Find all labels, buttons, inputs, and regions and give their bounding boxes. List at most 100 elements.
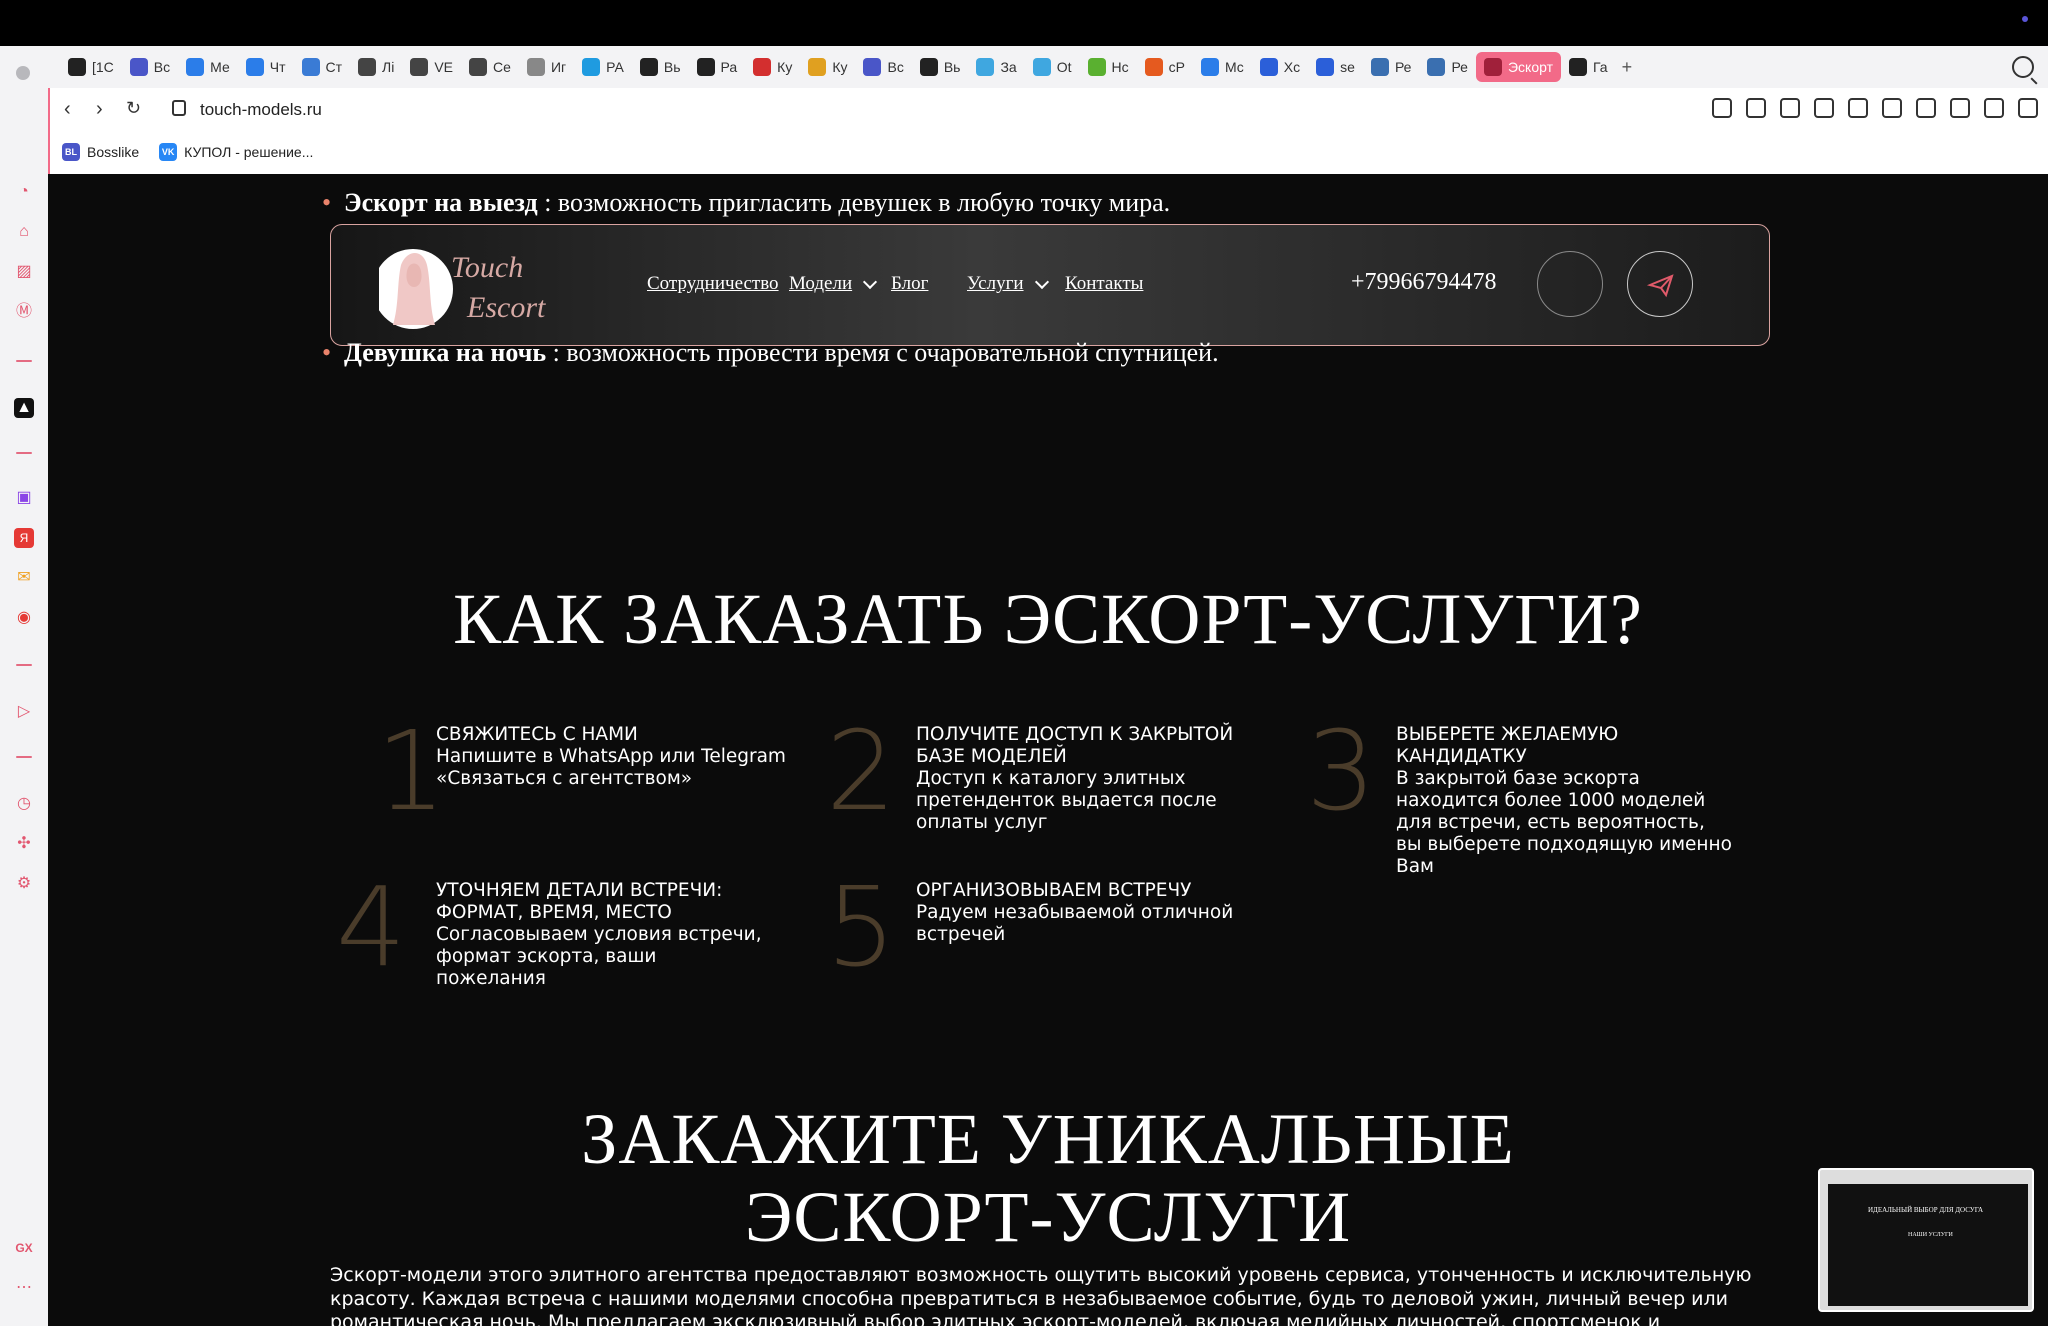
close-window-button[interactable] [16, 66, 30, 80]
tab[interactable]: VE [402, 52, 461, 82]
cloud-icon [1032, 58, 1051, 76]
twitch-icon[interactable]: ▣ [14, 488, 34, 508]
tab[interactable]: Хс [1252, 52, 1308, 82]
battery-icon[interactable] [1984, 98, 2004, 118]
more-icon[interactable]: ⋯ [14, 1278, 34, 1298]
tab-label: Мс [1224, 59, 1244, 75]
tab[interactable]: За [968, 52, 1024, 82]
tab[interactable]: Ку [745, 52, 800, 82]
tab-label: РА [606, 59, 624, 75]
bc-icon [919, 58, 938, 76]
menu-icon[interactable] [2018, 98, 2038, 118]
tab[interactable]: Вс [855, 52, 911, 82]
step-text: УТОЧНЯЕМ ДЕТАЛИ ВСТРЕЧИ: ФОРМАТ, ВРЕМЯ, … [436, 880, 762, 989]
p-icon [582, 58, 601, 76]
grid-icon [753, 58, 772, 76]
tab[interactable]: Вь [632, 52, 689, 82]
back-icon[interactable]: ‹ [64, 98, 71, 121]
svg-text:Escort: Escort [466, 291, 546, 324]
hood-icon [639, 58, 658, 76]
forward-icon[interactable]: › [96, 98, 103, 121]
tab[interactable]: Ре [1419, 52, 1476, 82]
bullet-item: Девушка на ночь : возможность провести в… [322, 338, 1219, 368]
tab-label: Га [1593, 59, 1608, 75]
history-icon[interactable]: ◷ [14, 794, 34, 814]
whatsapp-button[interactable] [1537, 251, 1603, 317]
wp-icon [1370, 58, 1389, 76]
tab-label: Ре [1451, 59, 1468, 75]
tab[interactable]: Иг [519, 52, 574, 82]
search-tabs-icon[interactable] [2012, 56, 2034, 78]
tab[interactable]: [1С [60, 52, 122, 82]
yandex-icon[interactable]: Я [14, 528, 34, 548]
chevron-down-icon[interactable] [1034, 274, 1050, 290]
settings-icon[interactable]: ⚙ [14, 874, 34, 894]
chevron-down-icon[interactable] [862, 274, 878, 290]
sidebar-divider [16, 452, 32, 454]
tab[interactable]: Чт [238, 52, 294, 82]
tab-label: Вь [943, 59, 961, 75]
sidebar-app-icon[interactable]: ⌂ [14, 222, 34, 242]
extensions-icon[interactable] [1882, 98, 1902, 118]
screenshot-icon[interactable] [1746, 98, 1766, 118]
tab[interactable]: Вс [122, 52, 178, 82]
nav-link-services[interactable]: Услуги [967, 273, 1024, 295]
tab-label: Ст [325, 59, 343, 75]
tab-label: Ре [1394, 59, 1412, 75]
tab[interactable]: Эскорт [1475, 52, 1561, 82]
pin-icon[interactable] [1712, 98, 1732, 118]
player-icon[interactable]: ▷ [14, 702, 34, 722]
tab[interactable]: Се [461, 52, 519, 82]
step-text: ВЫБЕРЕТЕ ЖЕЛАЕМУЮ КАНДИДАТКУ В закрытой б… [1396, 724, 1732, 877]
sidebar-app-icon[interactable]: Ⓜ [14, 302, 34, 322]
extensions-icon[interactable]: ✣ [14, 834, 34, 854]
sidebar-app-icon[interactable]: ◉ [14, 608, 34, 628]
bookmark-label: Bosslike [87, 144, 140, 160]
tab[interactable]: Ра [689, 52, 746, 82]
heart-icon[interactable] [1848, 98, 1868, 118]
nav-link-models[interactable]: Модели [789, 273, 852, 295]
bookmark-item[interactable]: BL Bosslike [62, 143, 139, 161]
mail-icon[interactable]: ✉ [14, 568, 34, 588]
tab[interactable]: se [1308, 52, 1363, 82]
tab[interactable]: Нс [1080, 52, 1137, 82]
nav-link-blog[interactable]: Блог [891, 273, 928, 295]
profile-icon[interactable] [1916, 98, 1936, 118]
tab[interactable]: Ку [800, 52, 855, 82]
tab[interactable]: Ot [1025, 52, 1080, 82]
how-to-order-heading: КАК ЗАКАЗАТЬ ЭСКОРТ-УСЛУГИ? [453, 579, 1643, 659]
reload-icon[interactable]: ↻ [126, 98, 141, 119]
bookmark-item[interactable]: VK КУПОЛ - решение... [159, 143, 313, 161]
tab-label: Хс [1283, 59, 1301, 75]
gx-icon[interactable]: GX [14, 1238, 34, 1258]
tab-label: [1С [92, 59, 114, 75]
nav-link-contacts[interactable]: Контакты [1065, 273, 1143, 295]
lock-icon[interactable] [172, 100, 186, 116]
tab[interactable]: Га [1561, 52, 1616, 82]
picture-in-picture-preview[interactable]: ИДЕАЛЬНЫЙ ВЫБОР ДЛЯ ДОСУГА НАШИ УСЛУГИ [1818, 1168, 2034, 1312]
tab[interactable]: Ре [1363, 52, 1420, 82]
tab[interactable]: РА [574, 52, 632, 82]
shield-icon[interactable] [1780, 98, 1800, 118]
play-icon[interactable] [1814, 98, 1834, 118]
tab[interactable]: Лі [350, 52, 402, 82]
tab[interactable]: Мс [1193, 52, 1252, 82]
nav-link-cooperation[interactable]: Сотрудничество [647, 273, 779, 295]
sidebar-app-icon[interactable]: ▨ [14, 262, 34, 282]
tab[interactable]: Вь [912, 52, 969, 82]
speed-dial-icon[interactable]: ◔ [14, 182, 34, 202]
download-icon[interactable] [1950, 98, 1970, 118]
sidebar-app-icon[interactable]: ▲ [14, 398, 34, 418]
new-tab-button[interactable]: + [1616, 57, 1639, 78]
s-icon [1087, 58, 1106, 76]
tab[interactable]: сР [1137, 52, 1193, 82]
tab-label: se [1340, 59, 1355, 75]
tabs-list: [1С Вс Ме Чт Ст Лі VE Се Иг РА Вь Ра Ку Ку Вс Вь За Ot Нс с… [60, 52, 1638, 82]
phone-number[interactable]: +79966794478 [1351, 269, 1497, 296]
telegram-button[interactable] [1627, 251, 1693, 317]
tab[interactable]: Ст [294, 52, 351, 82]
touch-escort-logo[interactable]: Touch Escort [379, 235, 559, 335]
step-number: 2 [826, 707, 896, 835]
url-field[interactable]: touch-models.ru [200, 100, 322, 120]
tab[interactable]: Ме [178, 52, 238, 82]
